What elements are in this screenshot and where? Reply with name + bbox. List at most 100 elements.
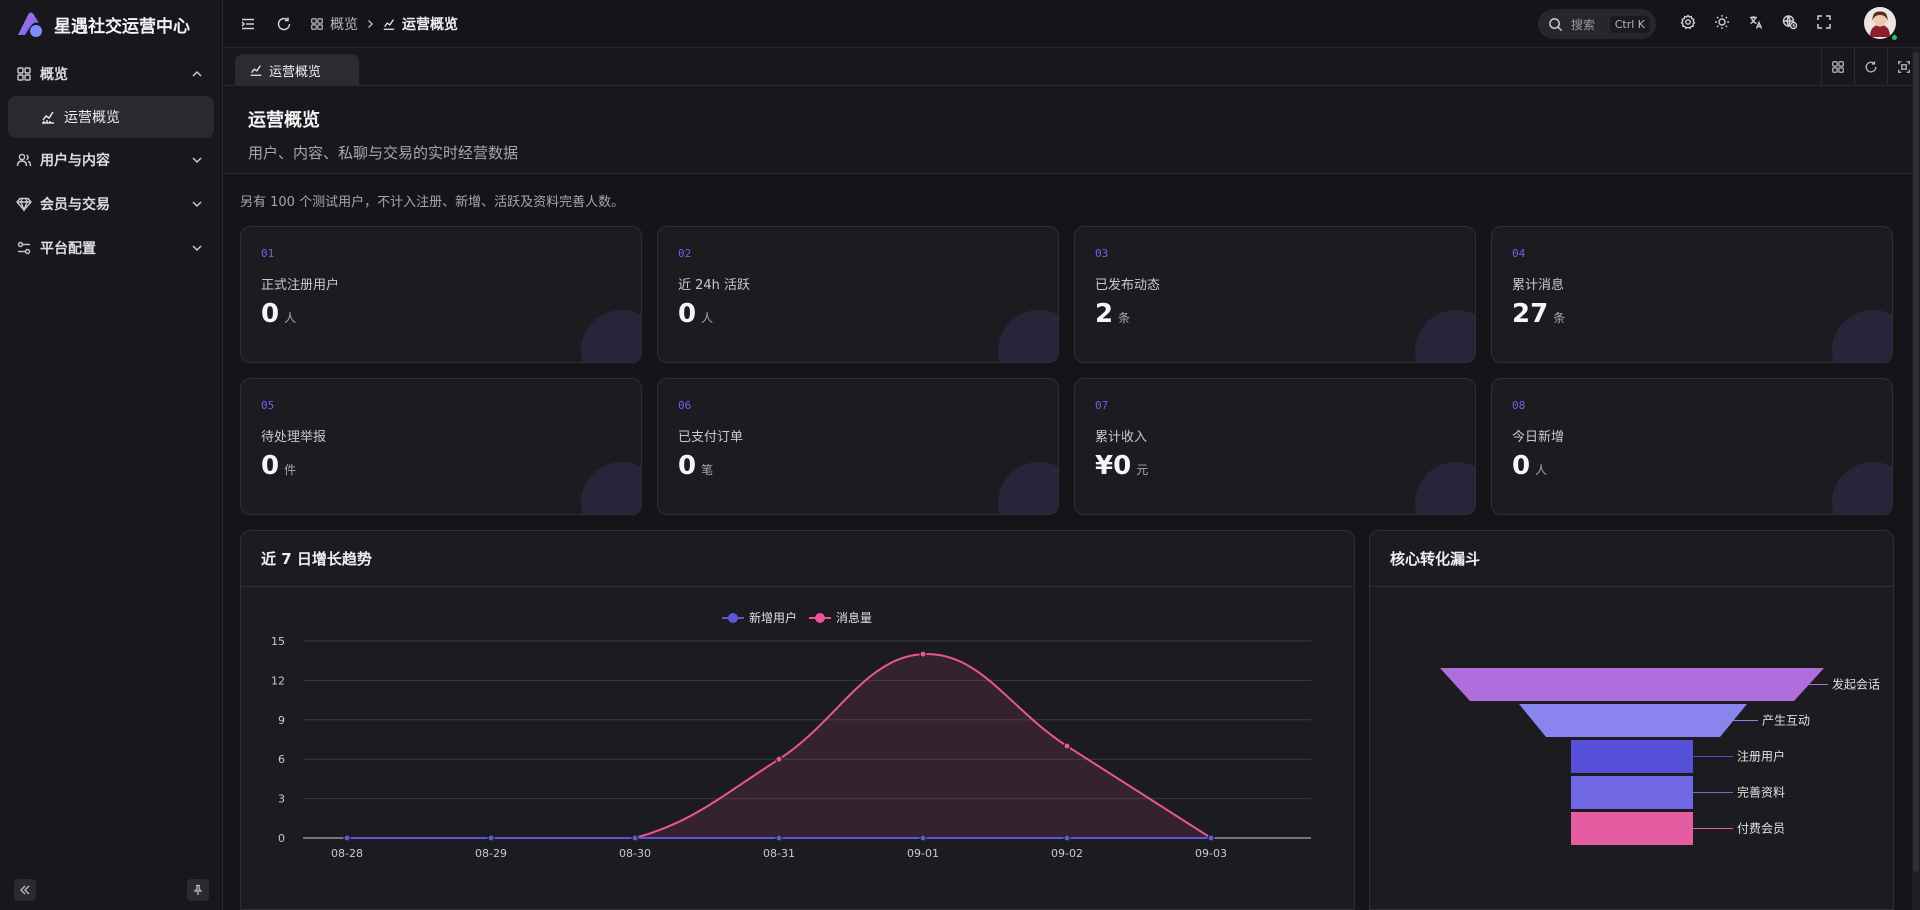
breadcrumb-label: 概览	[330, 16, 358, 33]
breadcrumb-label: 运营概览	[402, 16, 458, 33]
top-header: 概览 运营概览 搜索 Ctrl K	[224, 0, 1920, 48]
breadcrumb-item-operations-overview[interactable]: 运营概览	[382, 14, 458, 34]
funnel-panel: 核心转化漏斗 发起会话 产生互动 注册用户 完善资料 付费会员	[1369, 530, 1894, 910]
x-tick-label: 08-31	[763, 847, 795, 860]
app-title: 星遇社交运营中心	[54, 16, 190, 37]
sidebar-footer	[0, 870, 223, 910]
legend-marker	[815, 613, 825, 623]
stat-card-new-today: 08 今日新增 0人	[1491, 378, 1893, 515]
app-logo-icon	[12, 9, 46, 39]
data-point	[919, 650, 927, 658]
y-tick-label: 9	[278, 714, 285, 727]
data-point	[775, 834, 783, 842]
funnel-chart: 发起会话产生互动注册用户完善资料付费会员	[1440, 668, 1880, 845]
stat-unit: 条	[1118, 311, 1131, 325]
tab-refresh-button[interactable]	[1854, 48, 1887, 85]
tab-operations-overview[interactable]: 运营概览	[235, 54, 359, 86]
trend-panel-title: 近 7 日增长趋势	[241, 531, 1354, 587]
stat-index: 02	[678, 247, 692, 260]
stat-unit: 人	[284, 311, 297, 325]
stat-index: 03	[1095, 247, 1109, 260]
legend-label: 新增用户	[749, 610, 797, 625]
x-tick-label: 08-29	[475, 847, 507, 860]
search-icon	[1549, 17, 1563, 31]
chevron-up-icon	[192, 70, 202, 77]
sidebar-item-platform-config[interactable]: 平台配置	[0, 226, 222, 270]
grid-icon	[1832, 60, 1844, 73]
chevron-down-icon	[192, 245, 202, 252]
sidebar-item-users-content[interactable]: 用户与内容	[0, 138, 222, 182]
line-chart-icon	[250, 65, 262, 76]
pin-sidebar-button[interactable]	[187, 879, 209, 901]
stat-index: 05	[261, 399, 275, 412]
menu-toggle-icon[interactable]	[240, 16, 256, 32]
stat-value: 27	[1512, 299, 1549, 329]
sidebar-item-operations-overview[interactable]: 运营概览	[8, 96, 214, 138]
brand[interactable]: 星遇社交运营中心	[0, 0, 222, 48]
y-tick-label: 6	[278, 753, 285, 766]
funnel-stage	[1440, 668, 1824, 701]
stat-unit: 条	[1553, 311, 1566, 325]
funnel-stage-label: 产生互动	[1762, 714, 1810, 728]
funnel-stage-label: 发起会话	[1832, 677, 1880, 692]
search-button[interactable]: 搜索 Ctrl K	[1538, 9, 1656, 39]
sun-icon[interactable]	[1714, 14, 1730, 30]
stat-unit: 人	[701, 311, 714, 325]
page-subtitle: 用户、内容、私聊与交易的实时经营数据	[248, 144, 519, 162]
stat-unit: 人	[1535, 463, 1548, 477]
sidebar-item-label: 运营概览	[64, 110, 120, 126]
online-status-dot	[1890, 33, 1899, 42]
grid-icon	[311, 17, 323, 30]
sidebar-nav: 概览 运营概览 用户与内容 会员与交易 平台配置	[0, 48, 222, 270]
legend-label: 消息量	[836, 610, 872, 625]
translate-icon[interactable]	[1748, 14, 1764, 30]
stat-unit: 笔	[701, 463, 714, 477]
stat-unit: 元	[1136, 463, 1149, 477]
settings-icon[interactable]	[1680, 14, 1696, 30]
y-tick-label: 0	[278, 832, 285, 845]
trend-panel: 近 7 日增长趋势 0 3 6 9 12 15 08-28 08-29 08-30 08-31 09…	[240, 530, 1355, 910]
stat-index: 06	[678, 399, 692, 412]
scrollbar-thumb[interactable]	[1913, 52, 1919, 872]
diamond-icon	[16, 197, 32, 212]
fullscreen-icon[interactable]	[1816, 14, 1832, 30]
x-tick-label: 09-01	[907, 847, 939, 860]
data-point	[487, 834, 495, 842]
funnel-stage	[1519, 704, 1747, 737]
tab-layout-button[interactable]	[1821, 48, 1854, 85]
x-tick-label: 08-28	[331, 847, 363, 860]
stat-label: 近 24h 活跃	[678, 278, 751, 293]
stat-card-published-posts: 03 已发布动态 2条	[1074, 226, 1476, 363]
collapse-sidebar-button[interactable]	[14, 879, 36, 901]
chevron-right-icon	[368, 19, 373, 28]
header-tools	[1680, 14, 1832, 30]
data-point	[1063, 834, 1071, 842]
sidebar-item-overview[interactable]: 概览	[0, 52, 222, 96]
funnel-stage	[1571, 740, 1693, 773]
line-chart-icon	[42, 111, 54, 124]
funnel-stage	[1571, 812, 1693, 845]
breadcrumb-item-overview[interactable]: 概览	[310, 14, 358, 34]
sidebar-item-membership-trade[interactable]: 会员与交易	[0, 182, 222, 226]
tabs-bar: 运营概览	[224, 48, 1920, 86]
data-point	[1063, 742, 1071, 750]
x-tick-label: 09-02	[1051, 847, 1083, 860]
stat-label: 已支付订单	[678, 430, 744, 445]
page-header: 运营概览 用户、内容、私聊与交易的实时经营数据	[224, 86, 1920, 174]
y-tick-label: 12	[271, 674, 285, 687]
stat-label: 待处理举报	[261, 430, 327, 445]
stat-unit: 件	[284, 463, 297, 477]
stat-label: 正式注册用户	[261, 278, 340, 293]
funnel-panel-title: 核心转化漏斗	[1370, 531, 1893, 587]
stat-value: 0	[261, 299, 280, 329]
refresh-icon[interactable]	[276, 16, 292, 32]
stat-value: ¥0	[1095, 451, 1132, 481]
y-tick-label: 15	[271, 635, 285, 648]
stat-card-total-revenue: 07 累计收入 ¥0 元	[1074, 378, 1476, 515]
stat-card-active-24h: 02 近 24h 活跃 0人	[657, 226, 1059, 363]
breadcrumb: 概览 运营概览	[310, 14, 458, 34]
funnel-stage-label: 完善资料	[1737, 785, 1785, 800]
x-tick-label: 09-03	[1195, 847, 1227, 860]
timezone-icon[interactable]	[1782, 14, 1798, 30]
tab-label: 运营概览	[269, 64, 322, 80]
